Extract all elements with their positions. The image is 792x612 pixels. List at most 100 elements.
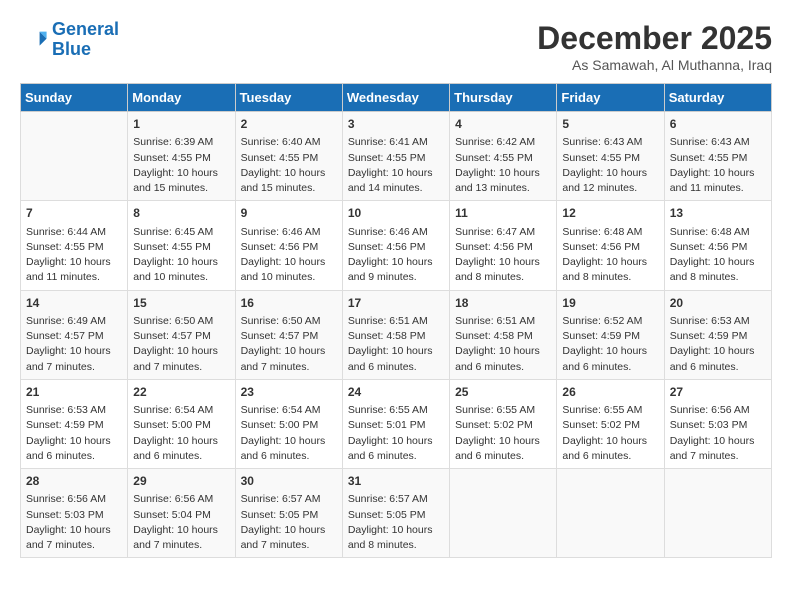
calendar-cell: 2 Sunrise: 6:40 AM Sunset: 4:55 PM Daylig… [235,112,342,201]
day-number: 7 [26,205,122,222]
day-number: 16 [241,295,337,312]
day-number: 3 [348,116,444,133]
day-number: 20 [670,295,766,312]
day-number: 25 [455,384,551,401]
cell-content: Sunrise: 6:46 AM Sunset: 4:56 PM Dayligh… [348,225,444,286]
cell-content: Sunrise: 6:49 AM Sunset: 4:57 PM Dayligh… [26,314,122,375]
day-number: 11 [455,205,551,222]
day-number: 28 [26,473,122,490]
header-cell-wednesday: Wednesday [342,84,449,112]
cell-content: Sunrise: 6:46 AM Sunset: 4:56 PM Dayligh… [241,225,337,286]
cell-content: Sunrise: 6:55 AM Sunset: 5:01 PM Dayligh… [348,403,444,464]
calendar-cell: 13Sunrise: 6:48 AM Sunset: 4:56 PM Dayli… [664,201,771,290]
cell-content: Sunrise: 6:55 AM Sunset: 5:02 PM Dayligh… [455,403,551,464]
calendar-cell: 22Sunrise: 6:54 AM Sunset: 5:00 PM Dayli… [128,379,235,468]
calendar-cell: 14 Sunrise: 6:49 AM Sunset: 4:57 PM Dayli… [21,290,128,379]
day-number: 24 [348,384,444,401]
day-number: 18 [455,295,551,312]
cell-content: Sunrise: 6:57 AM Sunset: 5:05 PM Dayligh… [348,492,444,553]
cell-content: Sunrise: 6:45 AM Sunset: 4:55 PM Dayligh… [133,225,229,286]
calendar-cell: 30 Sunrise: 6:57 AM Sunset: 5:05 PM Dayli… [235,469,342,558]
logo: General Blue [20,20,119,60]
day-number: 17 [348,295,444,312]
day-number: 30 [241,473,337,490]
calendar-body: 1Sunrise: 6:39 AM Sunset: 4:55 PM Daylig… [21,112,772,558]
header-row: SundayMondayTuesdayWednesdayThursdayFrid… [21,84,772,112]
calendar-week-1: 1Sunrise: 6:39 AM Sunset: 4:55 PM Daylig… [21,112,772,201]
day-number: 27 [670,384,766,401]
calendar-cell: 27 Sunrise: 6:56 AM Sunset: 5:03 PM Dayli… [664,379,771,468]
calendar-cell: 6Sunrise: 6:43 AM Sunset: 4:55 PM Daylig… [664,112,771,201]
calendar-cell: 7 Sunrise: 6:44 AM Sunset: 4:55 PM Daylig… [21,201,128,290]
calendar-cell: 26 Sunrise: 6:55 AM Sunset: 5:02 PM Dayli… [557,379,664,468]
title-block: December 2025 As Samawah, Al Muthanna, I… [537,20,772,73]
header-cell-thursday: Thursday [450,84,557,112]
calendar-week-3: 14 Sunrise: 6:49 AM Sunset: 4:57 PM Dayli… [21,290,772,379]
calendar-cell: 4Sunrise: 6:42 AM Sunset: 4:55 PM Daylig… [450,112,557,201]
calendar-cell [21,112,128,201]
calendar-week-5: 28 Sunrise: 6:56 AM Sunset: 5:03 PM Dayli… [21,469,772,558]
day-number: 10 [348,205,444,222]
cell-content: Sunrise: 6:56 AM Sunset: 5:03 PM Dayligh… [26,492,122,553]
calendar-cell: 23 Sunrise: 6:54 AM Sunset: 5:00 PM Dayli… [235,379,342,468]
cell-content: Sunrise: 6:40 AM Sunset: 4:55 PM Dayligh… [241,135,337,196]
logo-line2: Blue [52,39,91,59]
calendar-cell: 10 Sunrise: 6:46 AM Sunset: 4:56 PM Dayli… [342,201,449,290]
cell-content: Sunrise: 6:50 AM Sunset: 4:57 PM Dayligh… [133,314,229,375]
day-number: 31 [348,473,444,490]
cell-content: Sunrise: 6:48 AM Sunset: 4:56 PM Dayligh… [670,225,766,286]
cell-content: Sunrise: 6:56 AM Sunset: 5:03 PM Dayligh… [670,403,766,464]
header-cell-tuesday: Tuesday [235,84,342,112]
day-number: 15 [133,295,229,312]
calendar-table: SundayMondayTuesdayWednesdayThursdayFrid… [20,83,772,558]
day-number: 19 [562,295,658,312]
calendar-cell: 9 Sunrise: 6:46 AM Sunset: 4:56 PM Daylig… [235,201,342,290]
day-number: 5 [562,116,658,133]
cell-content: Sunrise: 6:55 AM Sunset: 5:02 PM Dayligh… [562,403,658,464]
day-number: 4 [455,116,551,133]
header-cell-monday: Monday [128,84,235,112]
day-number: 12 [562,205,658,222]
calendar-cell: 29Sunrise: 6:56 AM Sunset: 5:04 PM Dayli… [128,469,235,558]
cell-content: Sunrise: 6:51 AM Sunset: 4:58 PM Dayligh… [455,314,551,375]
month-title: December 2025 [537,20,772,57]
calendar-cell: 11 Sunrise: 6:47 AM Sunset: 4:56 PM Dayli… [450,201,557,290]
calendar-cell: 24 Sunrise: 6:55 AM Sunset: 5:01 PM Dayli… [342,379,449,468]
cell-content: Sunrise: 6:50 AM Sunset: 4:57 PM Dayligh… [241,314,337,375]
calendar-cell: 15 Sunrise: 6:50 AM Sunset: 4:57 PM Dayli… [128,290,235,379]
day-number: 9 [241,205,337,222]
calendar-cell: 18 Sunrise: 6:51 AM Sunset: 4:58 PM Dayli… [450,290,557,379]
calendar-cell: 1Sunrise: 6:39 AM Sunset: 4:55 PM Daylig… [128,112,235,201]
header-cell-sunday: Sunday [21,84,128,112]
page-header: General Blue December 2025 As Samawah, A… [20,20,772,73]
cell-content: Sunrise: 6:43 AM Sunset: 4:55 PM Dayligh… [562,135,658,196]
calendar-cell: 19 Sunrise: 6:52 AM Sunset: 4:59 PM Dayli… [557,290,664,379]
header-cell-friday: Friday [557,84,664,112]
day-number: 2 [241,116,337,133]
day-number: 14 [26,295,122,312]
cell-content: Sunrise: 6:52 AM Sunset: 4:59 PM Dayligh… [562,314,658,375]
calendar-cell: 5 Sunrise: 6:43 AM Sunset: 4:55 PM Daylig… [557,112,664,201]
day-number: 29 [133,473,229,490]
calendar-cell: 17 Sunrise: 6:51 AM Sunset: 4:58 PM Dayli… [342,290,449,379]
cell-content: Sunrise: 6:53 AM Sunset: 4:59 PM Dayligh… [26,403,122,464]
cell-content: Sunrise: 6:44 AM Sunset: 4:55 PM Dayligh… [26,225,122,286]
logo-text: General Blue [52,20,119,60]
cell-content: Sunrise: 6:53 AM Sunset: 4:59 PM Dayligh… [670,314,766,375]
day-number: 1 [133,116,229,133]
calendar-header: SundayMondayTuesdayWednesdayThursdayFrid… [21,84,772,112]
calendar-cell: 12Sunrise: 6:48 AM Sunset: 4:56 PM Dayli… [557,201,664,290]
cell-content: Sunrise: 6:43 AM Sunset: 4:55 PM Dayligh… [670,135,766,196]
day-number: 21 [26,384,122,401]
cell-content: Sunrise: 6:54 AM Sunset: 5:00 PM Dayligh… [241,403,337,464]
cell-content: Sunrise: 6:51 AM Sunset: 4:58 PM Dayligh… [348,314,444,375]
day-number: 26 [562,384,658,401]
calendar-cell: 8 Sunrise: 6:45 AM Sunset: 4:55 PM Daylig… [128,201,235,290]
cell-content: Sunrise: 6:57 AM Sunset: 5:05 PM Dayligh… [241,492,337,553]
cell-content: Sunrise: 6:47 AM Sunset: 4:56 PM Dayligh… [455,225,551,286]
calendar-cell: 21 Sunrise: 6:53 AM Sunset: 4:59 PM Dayli… [21,379,128,468]
day-number: 8 [133,205,229,222]
day-number: 23 [241,384,337,401]
cell-content: Sunrise: 6:41 AM Sunset: 4:55 PM Dayligh… [348,135,444,196]
calendar-week-2: 7 Sunrise: 6:44 AM Sunset: 4:55 PM Daylig… [21,201,772,290]
